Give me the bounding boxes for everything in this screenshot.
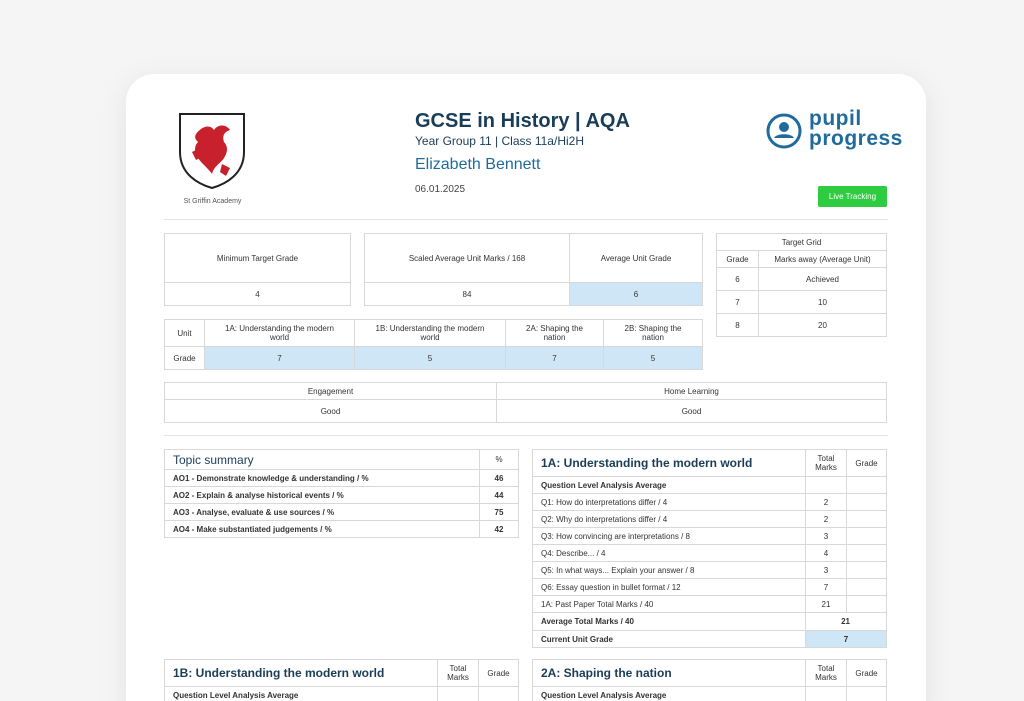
min-target-value: 4 [164,282,351,306]
question-label: Q2: Why do interpretations differ / 4 [532,510,806,528]
question-mark: 2 [805,493,847,511]
qla-label: Question Level Analysis Average [532,686,806,701]
average-total-label: Average Total Marks / 40 [532,612,806,631]
scaled-average-label: Scaled Average Unit Marks / 168 [364,233,570,283]
topic-label: AO4 - Make substantiated judgements / % [164,520,480,538]
topic-label: AO1 - Demonstrate knowledge & understand… [164,469,480,487]
question-mark: 21 [805,595,847,613]
student-name: Elizabeth Bennett [415,156,541,173]
question-mark: 3 [805,527,847,545]
unit-grade: 7 [204,346,355,370]
unit-1a-title: 1A: Understanding the modern world [532,449,806,477]
divider [164,219,888,220]
unit-name: 1B: Understanding the modern world [354,319,506,347]
target-grid: Target Grid Grade Marks away (Average Un… [716,233,887,337]
unit-2a-title: 2A: Shaping the nation [532,659,806,687]
class-subtitle: Year Group 11 | Class 11a/Hi2H [415,134,584,148]
topic-summary-table: Topic summary % AO1 - Demonstrate knowle… [164,449,519,538]
report-card: St Griffin Academy GCSE in History | AQA… [126,74,926,701]
pupil-progress-logo: pupil progress [766,108,902,151]
average-grade-label: Average Unit Grade [569,233,703,283]
target-grid-title: Target Grid [716,233,887,251]
griffin-shield-icon [179,113,245,190]
target-grid-marks-header: Marks away (Average Unit) [758,250,887,268]
question-mark: 7 [805,578,847,596]
question-mark: 4 [805,544,847,562]
unit-grade: 5 [354,346,506,370]
question-label: Q5: In what ways... Explain your answer … [532,561,806,579]
question-label: Q6: Essay question in bullet format / 12 [532,578,806,596]
brand-line-1: pupil [809,107,862,130]
live-tracking-button[interactable]: Live Tracking [818,186,887,207]
target-grid-grade: 6 [716,267,759,291]
grade-header: Grade [846,449,887,477]
target-grid-grade: 7 [716,290,759,314]
topic-label: AO3 - Analyse, evaluate & use sources / … [164,503,480,521]
unit-average-table: Scaled Average Unit Marks / 168 Average … [364,233,703,306]
qla-label: Question Level Analysis Average [532,476,806,494]
qla-label: Question Level Analysis Average [164,686,438,701]
current-grade-value: 7 [805,630,887,648]
topic-value: 42 [479,520,519,538]
scaled-average-value: 84 [364,282,570,306]
engagement-table: Engagement Home Learning Good Good [164,382,887,423]
unit-1a-table: 1A: Understanding the modern world Total… [532,449,887,648]
unit-name: 2A: Shaping the nation [505,319,604,347]
unit-grade: 7 [505,346,604,370]
target-grid-grade: 8 [716,313,759,337]
unit-grades-table: Unit 1A: Understanding the modern world … [164,319,703,370]
unit-grade: 5 [603,346,703,370]
engagement-label: Engagement [164,382,497,400]
target-grid-marks: 10 [758,290,887,314]
home-learning-value: Good [496,399,887,423]
home-learning-label: Home Learning [496,382,887,400]
grade-label: Grade [164,346,205,370]
target-grid-marks: 20 [758,313,887,337]
current-grade-label: Current Unit Grade [532,630,806,648]
total-marks-header: Total Marks [805,449,847,477]
report-date: 06.01.2025 [415,184,466,195]
unit-name: 2B: Shaping the nation [603,319,703,347]
unit-label: Unit [164,319,205,347]
topic-value: 46 [479,469,519,487]
topic-value: 44 [479,486,519,504]
question-mark: 2 [805,510,847,528]
min-target-table: Minimum Target Grade 4 [164,233,351,306]
question-label: 1A: Past Paper Total Marks / 40 [532,595,806,613]
question-label: Q3: How convincing are interpretations /… [532,527,806,545]
grade-header: Grade [846,659,887,687]
unit-name: 1A: Understanding the modern world [204,319,355,347]
unit-2a-table: 2A: Shaping the nation Total Marks Grade… [532,659,887,701]
average-grade-value: 6 [569,282,703,306]
divider [164,435,888,436]
total-marks-header: Total Marks [805,659,847,687]
question-label: Q4: Describe... / 4 [532,544,806,562]
topic-label: AO2 - Explain & analyse historical event… [164,486,480,504]
school-name: St Griffin Academy [183,198,242,205]
unit-1b-table: 1B: Understanding the modern world Total… [164,659,519,701]
average-total-value: 21 [805,612,887,631]
question-label: Q1: How do interpretations differ / 4 [532,493,806,511]
grade-header: Grade [478,659,519,687]
unit-1b-title: 1B: Understanding the modern world [164,659,438,687]
topic-summary-title: Topic summary [164,449,480,470]
engagement-value: Good [164,399,497,423]
topic-value: 75 [479,503,519,521]
min-target-label: Minimum Target Grade [164,233,351,283]
brand-line-2: progress [809,127,903,150]
percent-header: % [479,449,519,470]
question-mark: 3 [805,561,847,579]
pupil-progress-logo-icon [766,113,802,149]
target-grid-marks: Achieved [758,267,887,291]
page-title: GCSE in History | AQA [415,110,630,132]
target-grid-grade-header: Grade [716,250,759,268]
total-marks-header: Total Marks [437,659,479,687]
